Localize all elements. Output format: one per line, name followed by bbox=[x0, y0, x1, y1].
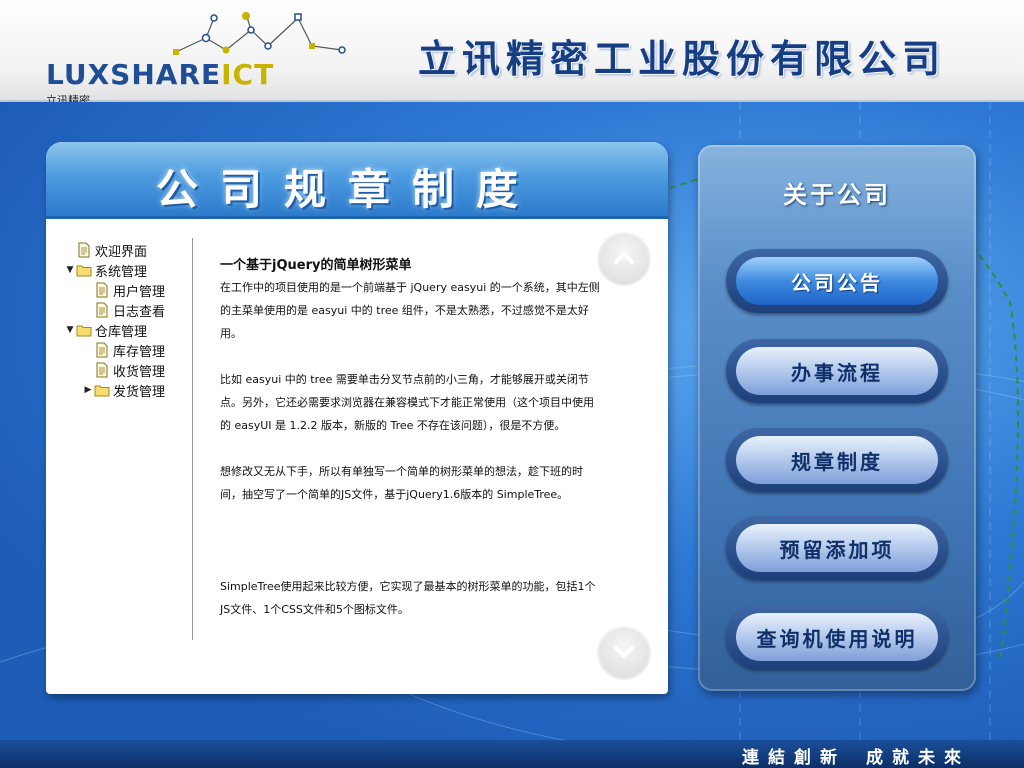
folder-icon bbox=[76, 325, 92, 337]
triangle-down-icon[interactable]: ▼ bbox=[64, 265, 76, 275]
panel-title: 公司规章制度 bbox=[156, 165, 541, 214]
chevron-down-icon bbox=[614, 646, 634, 658]
header: LUXSHAREICT 立讯精密 立讯精密工业股份有限公司 bbox=[0, 0, 1024, 107]
document-icon bbox=[96, 362, 108, 378]
article-paragraph: 在工作中的项目使用的是一个前端基于 jQuery easyui 的一个系统，其中… bbox=[220, 281, 600, 340]
article-paragraph: 想修改又无从下手，所以有单独写一个简单的树形菜单的想法，趁下班的时间，抽空写了一… bbox=[220, 465, 583, 501]
article-heading: 一个基于jQuery的简单树形菜单 bbox=[220, 258, 412, 273]
tree-item-label: 系统管理 bbox=[95, 264, 148, 280]
nav-button-kiosk-help[interactable]: 查询机使用说明 bbox=[726, 605, 948, 669]
tree-item-label: 仓库管理 bbox=[95, 324, 148, 340]
nav-button-reserved[interactable]: 预留添加项 bbox=[726, 516, 948, 580]
triangle-down-icon[interactable]: ▼ bbox=[64, 325, 76, 335]
tree-item-log-view[interactable]: 日志查看 bbox=[64, 300, 192, 320]
tree-item-label: 用户管理 bbox=[113, 284, 166, 300]
tree-item-label: 库存管理 bbox=[113, 344, 166, 360]
tree-item-receiving-management[interactable]: 收货管理 bbox=[64, 360, 192, 380]
logo-accent-text: ICT bbox=[221, 58, 275, 91]
folder-icon bbox=[76, 265, 92, 277]
tree-item-welcome[interactable]: 欢迎界面 bbox=[64, 240, 192, 260]
nav-button-announcements[interactable]: 公司公告 bbox=[726, 249, 948, 313]
nav-button-label: 公司公告 bbox=[736, 257, 938, 305]
tree-item-user-management[interactable]: 用户管理 bbox=[64, 280, 192, 300]
logo-main-text: LUXSHARE bbox=[46, 58, 222, 91]
folder-icon bbox=[94, 385, 110, 397]
company-name: 立讯精密工业股份有限公司 bbox=[417, 37, 946, 81]
document-icon bbox=[78, 242, 90, 258]
slogan-left: 連結創新 bbox=[742, 748, 846, 768]
document-icon bbox=[96, 342, 108, 358]
scroll-down-button[interactable] bbox=[598, 626, 650, 678]
tree-item-system-management[interactable]: ▼ 系统管理 bbox=[64, 260, 192, 280]
tree-item-label: 日志查看 bbox=[113, 304, 166, 320]
nav-button-regulations[interactable]: 规章制度 bbox=[726, 428, 948, 492]
panel-divider bbox=[192, 238, 193, 640]
document-icon bbox=[96, 302, 108, 318]
about-company-nav: 关于公司 公司公告 办事流程 规章制度 预留添加项 查询机使用说明 bbox=[698, 145, 976, 691]
nav-button-procedures[interactable]: 办事流程 bbox=[726, 339, 948, 403]
company-logo: LUXSHAREICT 立讯精密 bbox=[46, 10, 356, 107]
triangle-right-icon[interactable]: ▶ bbox=[82, 385, 94, 395]
tree-item-warehouse-management[interactable]: ▼ 仓库管理 bbox=[64, 320, 192, 340]
article-paragraph: SimpleTree使用起来比较方便，它实现了最基本的树形菜单的功能，包括1个J… bbox=[220, 580, 596, 616]
logo-wordmark: LUXSHAREICT bbox=[46, 58, 274, 91]
nav-button-label: 预留添加项 bbox=[736, 524, 938, 572]
tree-item-label: 欢迎界面 bbox=[95, 244, 148, 260]
tree-item-shipping-management[interactable]: ▶ 发货管理 bbox=[64, 380, 192, 400]
slogan-right: 成就未來 bbox=[866, 748, 970, 768]
article-paragraph: 比如 easyui 中的 tree 需要单击分叉节点前的小三角，才能够展开或关闭… bbox=[220, 373, 594, 432]
tree-item-inventory-management[interactable]: 库存管理 bbox=[64, 340, 192, 360]
footer: 連結創新 成就未來 bbox=[0, 740, 1024, 768]
tree-item-label: 收货管理 bbox=[113, 364, 166, 380]
scroll-up-button[interactable] bbox=[598, 232, 650, 284]
article-content: 一个基于jQuery的简单树形菜单 在工作中的项目使用的是一个前端基于 jQue… bbox=[220, 256, 604, 621]
nav-title: 关于公司 bbox=[783, 181, 891, 209]
nav-button-label: 查询机使用说明 bbox=[736, 613, 938, 661]
nav-button-label: 规章制度 bbox=[736, 436, 938, 484]
tree-menu: 欢迎界面 ▼ 系统管理 用户管理 日志查看 ▼ 仓库管理 库存管理 收货管理 ▶… bbox=[64, 240, 192, 400]
nav-button-label: 办事流程 bbox=[736, 347, 938, 395]
panel-header: 公司规章制度 bbox=[46, 142, 668, 219]
tree-item-label: 发货管理 bbox=[113, 384, 166, 400]
chevron-up-icon bbox=[614, 252, 634, 264]
content-panel: 公司规章制度 欢迎界面 ▼ 系统管理 用户管理 日志查看 ▼ 仓库管理 库存管理… bbox=[46, 142, 668, 694]
footer-slogan: 連結創新 成就未來 bbox=[742, 743, 970, 768]
document-icon bbox=[96, 282, 108, 298]
